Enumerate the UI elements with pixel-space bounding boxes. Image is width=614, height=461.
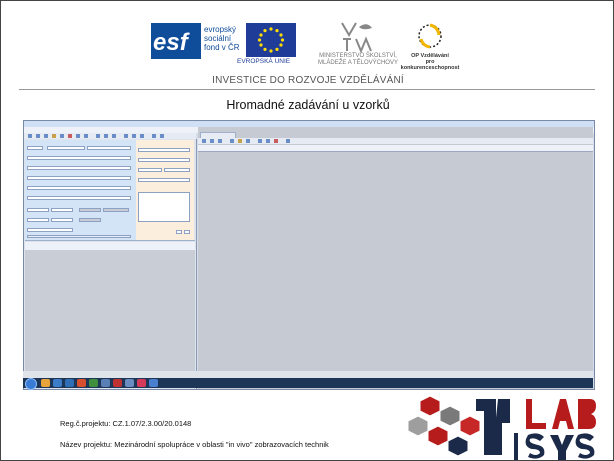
- sample-grid-body: [25, 250, 195, 388]
- results-toolbar: [198, 138, 593, 144]
- op-logo: [416, 21, 444, 51]
- form-input: [79, 218, 101, 222]
- app-right-pane: [198, 127, 593, 389]
- form-input: [87, 146, 131, 150]
- toolbar-icon: [152, 134, 156, 138]
- taskbar-app-icon: [125, 379, 134, 387]
- os-taskbar: [23, 378, 593, 390]
- form-input: [27, 218, 49, 222]
- form-input: [164, 168, 190, 172]
- toolbar-icon: [160, 134, 164, 138]
- toolbar-icon: [36, 134, 40, 138]
- form-input: [138, 168, 162, 172]
- form-input: [27, 235, 131, 238]
- esf-logo-word: esf: [153, 29, 188, 56]
- msmt-logo: [339, 19, 375, 54]
- msmt-line-1: MINISTERSTVO ŠKOLSTVÍ,: [319, 53, 397, 59]
- toolbar-icon: [286, 139, 290, 143]
- taskbar-app-icon: [89, 379, 98, 387]
- form-input: [27, 196, 131, 200]
- toolbar-icon: [266, 139, 270, 143]
- app-statusbar: [23, 371, 593, 378]
- esf-logo-text: evropský sociální fond v ČR: [204, 25, 240, 52]
- toolbar-icon: [28, 134, 32, 138]
- app-screenshot: [23, 120, 595, 390]
- taskbar-app-icon: [41, 379, 50, 387]
- toolbar-icon: [218, 139, 222, 143]
- start-orb-icon: [25, 378, 37, 390]
- toolbar-icon: [76, 134, 80, 138]
- toolbar-icon: [52, 134, 56, 138]
- form-input: [27, 166, 131, 170]
- eu-caption: EVROPSKÁ UNIE: [237, 58, 291, 65]
- toolbar-icon: [124, 134, 128, 138]
- project-name: Název projektu: Mezinárodní spolupráce v…: [60, 440, 329, 449]
- form-input: [27, 208, 49, 212]
- form-input: [51, 218, 73, 222]
- taskbar-app-icon: [77, 379, 86, 387]
- taskbar-app-icon: [137, 379, 146, 387]
- slide: esf evropský sociální fond v ČR EVROPSKÁ…: [0, 0, 614, 461]
- toolbar-icon: [84, 134, 88, 138]
- lab-logo: [406, 393, 596, 460]
- form-input: [138, 178, 190, 182]
- results-grid-header: [198, 145, 593, 152]
- esf-line-2: sociální: [204, 34, 232, 43]
- form-input: [27, 228, 73, 232]
- form-input: [51, 208, 73, 212]
- toolbar-icon: [68, 134, 72, 138]
- toolbar-icon: [104, 134, 108, 138]
- taskbar-app-icon: [113, 379, 122, 387]
- toolbar-icon: [140, 134, 144, 138]
- pane-separator: [25, 240, 195, 241]
- form-input: [103, 208, 129, 212]
- form-input: [47, 146, 85, 150]
- esf-line-1: evropský: [204, 25, 237, 34]
- project-registration: Reg.č.projektu: CZ.1.07/2.3.00/20.0148: [60, 419, 192, 428]
- header-divider: [19, 89, 595, 90]
- toolbar-icon: [230, 139, 234, 143]
- toolbar-icon: [132, 134, 136, 138]
- slide-title: Hromadné zadávání u vzorků: [226, 98, 390, 112]
- toolbar-icon: [274, 139, 278, 143]
- form-input: [27, 176, 131, 180]
- form-input: [138, 158, 190, 162]
- msmt-line-2: MLÁDEŽE A TĚLOVÝCHOVY: [318, 60, 398, 66]
- sample-form: [25, 140, 136, 240]
- taskbar-app-icon: [53, 379, 62, 387]
- form-input: [176, 230, 182, 234]
- form-input: [27, 186, 131, 190]
- toolbar-icon: [210, 139, 214, 143]
- sample-form-side: [136, 140, 194, 240]
- app-left-pane: [24, 139, 197, 389]
- op-line-2: pro konkurenceschopnost: [400, 59, 460, 71]
- eu-flag-icon: [246, 23, 296, 57]
- form-input: [27, 156, 131, 160]
- toolbar-icon: [44, 134, 48, 138]
- taskbar-app-icon: [101, 379, 110, 387]
- form-input: [138, 148, 190, 152]
- toolbar-icon: [238, 139, 242, 143]
- op-caption: OP Vzdělávání pro konkurenceschopnost: [397, 53, 463, 71]
- toolbar-icon: [112, 134, 116, 138]
- form-input: [27, 146, 43, 150]
- esf-line-3: fond v ČR: [204, 43, 240, 52]
- invest-tagline: INVESTICE DO ROZVOJE VZDĚLÁVÁNÍ: [212, 75, 404, 86]
- form-input: [138, 192, 190, 222]
- form-input: [184, 230, 190, 234]
- toolbar-icon: [96, 134, 100, 138]
- toolbar-icon: [202, 139, 206, 143]
- toolbar-icon: [60, 134, 64, 138]
- toolbar-icon: [246, 139, 250, 143]
- toolbar-icon: [258, 139, 262, 143]
- form-input: [79, 208, 101, 212]
- taskbar-app-icon: [65, 379, 74, 387]
- msmt-caption: MINISTERSTVO ŠKOLSTVÍ, MLÁDEŽE A TĚLOVÝC…: [313, 53, 403, 67]
- taskbar-app-icon: [149, 379, 158, 387]
